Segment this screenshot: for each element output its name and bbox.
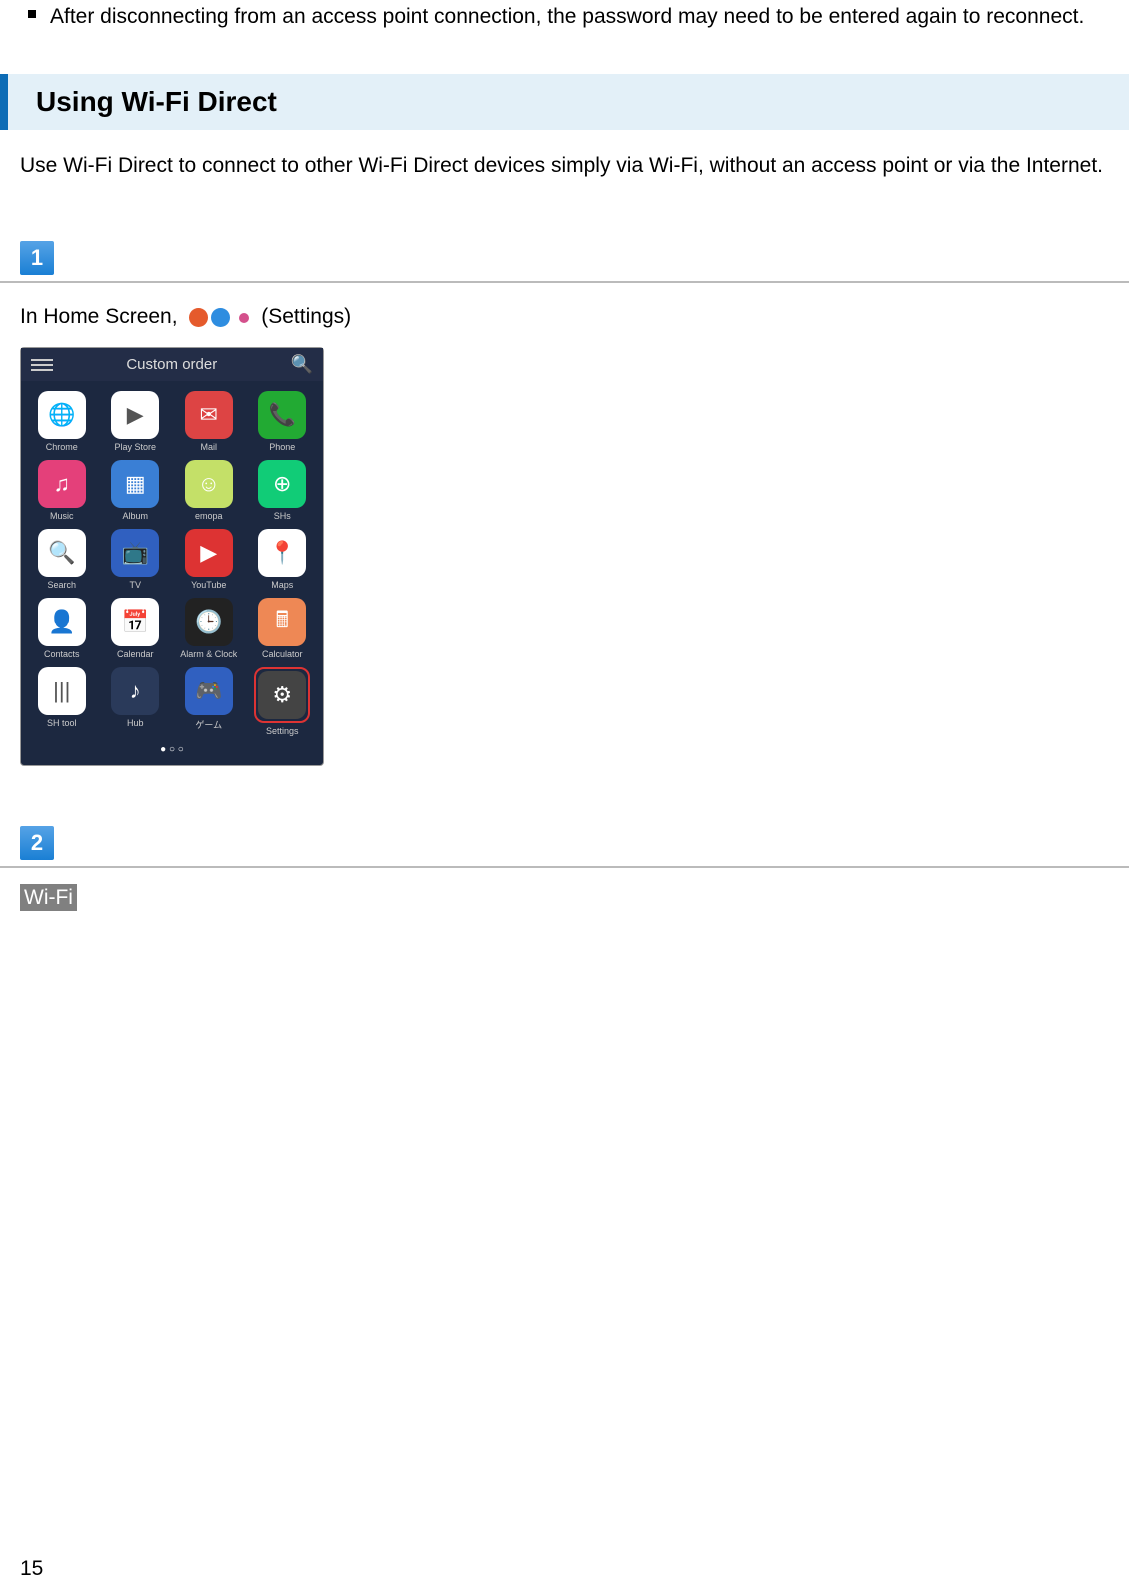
step-2-instruction: Wi-Fi: [20, 886, 1109, 910]
app-item: ✉ Mail: [176, 391, 242, 452]
app-label: TV: [129, 580, 141, 590]
app-icon: ⊕: [258, 460, 306, 508]
app-item: 🖩 Calculator: [250, 598, 316, 659]
dot-icon: [239, 313, 249, 323]
step-1-text-pre: In Home Screen,: [20, 305, 183, 328]
step-1-divider: [0, 281, 1129, 283]
app-icon: 🌐: [38, 391, 86, 439]
app-item: 🕒 Alarm & Clock: [176, 598, 242, 659]
app-label: Contacts: [44, 649, 80, 659]
app-item: ⊕ SHs: [250, 460, 316, 521]
app-icon: 📺: [111, 529, 159, 577]
app-item: ▶ YouTube: [176, 529, 242, 590]
app-label: Settings: [266, 726, 299, 736]
app-item: ⚙ Settings: [250, 667, 316, 736]
app-label: Alarm & Clock: [180, 649, 237, 659]
home-screen-screenshot: Custom order 🔍 🌐 Chrome ▶ Play Store ✉ Mail 📞 P…: [20, 347, 324, 766]
app-label: Chrome: [46, 442, 78, 452]
step-1-number: 1: [20, 241, 54, 275]
app-icon: ⚙: [258, 671, 306, 719]
app-icon: 👤: [38, 598, 86, 646]
app-label: ゲーム: [195, 718, 222, 731]
app-icon: 🎮: [185, 667, 233, 715]
app-item: 📺 TV: [103, 529, 169, 590]
screenshot-top-label: Custom order: [126, 356, 217, 373]
app-label: Calendar: [117, 649, 154, 659]
step-2-divider: [0, 866, 1129, 868]
app-icon: ♪: [111, 667, 159, 715]
screenshot-top-bar: Custom order 🔍: [21, 348, 323, 381]
app-label: Phone: [269, 442, 295, 452]
app-item: 🌐 Chrome: [29, 391, 95, 452]
app-label: Mail: [200, 442, 217, 452]
app-item: ▦ Album: [103, 460, 169, 521]
section-description: Use Wi-Fi Direct to connect to other Wi-…: [20, 150, 1109, 182]
app-label: emopa: [195, 511, 223, 521]
app-item: 📞 Phone: [250, 391, 316, 452]
app-item: ▶ Play Store: [103, 391, 169, 452]
app-icon: 🖩: [258, 598, 306, 646]
app-item: ☺ emopa: [176, 460, 242, 521]
app-item: 👤 Contacts: [29, 598, 95, 659]
app-label: Search: [47, 580, 76, 590]
app-label: Play Store: [114, 442, 156, 452]
app-item: ||| SH tool: [29, 667, 95, 736]
app-icon: ▶: [185, 529, 233, 577]
app-item: 📅 Calendar: [103, 598, 169, 659]
app-icon: ☺: [185, 460, 233, 508]
app-item: ♪ Hub: [103, 667, 169, 736]
app-item: 📍 Maps: [250, 529, 316, 590]
app-label: Hub: [127, 718, 144, 728]
app-label: SH tool: [47, 718, 77, 728]
app-item: ♫ Music: [29, 460, 95, 521]
menu-icon: [31, 356, 53, 372]
step-1-number-badge: 1: [20, 241, 1109, 281]
app-item: 🎮 ゲーム: [176, 667, 242, 736]
section-heading-text: Using Wi-Fi Direct: [24, 86, 1113, 118]
arrow-right-icon: [211, 308, 230, 327]
app-item: 🔍 Search: [29, 529, 95, 590]
app-icon: ▦: [111, 460, 159, 508]
app-label: Music: [50, 511, 74, 521]
app-icon: 📍: [258, 529, 306, 577]
settings-icon-group: [189, 308, 249, 327]
app-icon: 📞: [258, 391, 306, 439]
app-label: Maps: [271, 580, 293, 590]
step-2-number-badge: 2: [20, 826, 1109, 866]
step-2-number: 2: [20, 826, 54, 860]
step-1-text-post: (Settings): [261, 305, 351, 328]
bullet-icon: [28, 10, 36, 18]
app-icon: ♫: [38, 460, 86, 508]
app-label: SHs: [274, 511, 291, 521]
app-icon: ✉: [185, 391, 233, 439]
step-1-instruction: In Home Screen, (Settings): [20, 301, 1109, 333]
app-icon: ▶: [111, 391, 159, 439]
app-label: Calculator: [262, 649, 303, 659]
note-text: After disconnecting from an access point…: [50, 0, 1084, 34]
app-label: YouTube: [191, 580, 226, 590]
app-icon: 📅: [111, 598, 159, 646]
app-icon: 🔍: [38, 529, 86, 577]
app-icon: 🕒: [185, 598, 233, 646]
step-2-text: Wi-Fi: [20, 884, 77, 911]
app-grid: 🌐 Chrome ▶ Play Store ✉ Mail 📞 Phone ♫ Music ▦ Albu…: [21, 381, 323, 740]
app-label: Album: [122, 511, 148, 521]
gear-icon: [189, 308, 208, 327]
note-item: After disconnecting from an access point…: [20, 0, 1109, 34]
app-icon: |||: [38, 667, 86, 715]
search-icon: 🔍: [291, 354, 313, 375]
section-heading: Using Wi-Fi Direct: [0, 74, 1129, 130]
page-indicator: ● ○ ○: [21, 744, 323, 755]
page-number: 15: [20, 1557, 43, 1581]
